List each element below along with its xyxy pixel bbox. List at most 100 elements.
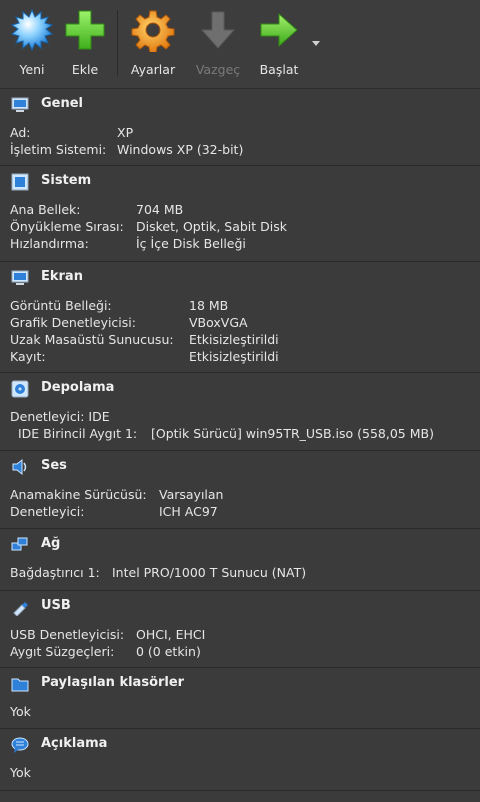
detail-value: 704 MB (136, 202, 184, 217)
system-header[interactable]: Sistem (0, 166, 480, 197)
general-title: Genel (41, 96, 84, 111)
detail-key: Aygıt Süzgeçleri: (10, 644, 115, 659)
detail-row: Hızlandırma: İç İçe Disk Belleği (0, 236, 480, 253)
detail-key: Ana Bellek: (10, 202, 81, 217)
detail-key: İşletim Sistemi: (10, 142, 107, 157)
detail-value: Windows XP (32-bit) (117, 142, 244, 157)
audio-title: Ses (41, 458, 67, 473)
detail-key: Kayıt: (10, 349, 46, 364)
shared-folders-section: Paylaşılan klasörler Yok (0, 668, 480, 729)
detail-key: Hızlandırma: (10, 236, 89, 251)
network-title: Ağ (41, 536, 61, 551)
system-section: Sistem Ana Bellek: 704 MB Önyükleme Sıra… (0, 166, 480, 262)
detail-key: Anamakine Sürücüsü: (10, 487, 147, 502)
chip-icon (11, 173, 29, 191)
new-starburst-icon (10, 8, 54, 52)
detail-value: İç İçe Disk Belleği (136, 236, 246, 251)
detail-key: Görüntü Belleği: (10, 298, 112, 313)
down-arrow-icon (200, 11, 236, 49)
detail-key: Grafik Denetleyicisi: (10, 315, 136, 330)
discard-label: Vazgeç (195, 62, 241, 77)
storage-header[interactable]: Depolama (0, 373, 480, 404)
detail-key: USB Denetleyicisi: (10, 627, 125, 642)
description-section: Açıklama Yok (0, 729, 480, 791)
start-button[interactable]: Başlat (249, 8, 309, 77)
toolbar: Yeni Ekle Ayarlar Vazgeç Başlat (0, 0, 480, 89)
detail-row: Aygıt Süzgeçleri: 0 (0 etkin) (0, 644, 480, 661)
audio-section: Ses Anamakine Sürücüsü: Varsayılan Denet… (0, 451, 480, 529)
detail-row: Yok (0, 704, 480, 721)
shared-folders-title: Paylaşılan klasörler (41, 675, 185, 690)
detail-row: Bağdaştırıcı 1: Intel PRO/1000 T Sunucu … (0, 565, 480, 582)
discard-button[interactable]: Vazgeç (188, 8, 248, 77)
storage-section: Depolama Denetleyici: IDE IDE Birincil A… (0, 373, 480, 451)
general-section: Genel Ad: XP İşletim Sistemi: Windows XP… (0, 89, 480, 166)
disk-icon (11, 380, 29, 398)
usb-header[interactable]: USB (0, 591, 480, 622)
detail-row: Görüntü Belleği: 18 MB (0, 298, 480, 315)
settings-button[interactable]: Ayarlar (123, 8, 183, 77)
detail-value: Yok (10, 704, 31, 719)
display-header[interactable]: Ekran (0, 262, 480, 293)
speaker-icon (12, 458, 27, 476)
add-button[interactable]: Ekle (55, 8, 115, 77)
add-plus-icon (65, 10, 105, 50)
detail-value: [Optik Sürücü] win95TR_USB.iso (558,05 M… (151, 426, 434, 441)
detail-row: Anamakine Sürücüsü: Varsayılan (0, 487, 480, 504)
detail-row: İşletim Sistemi: Windows XP (32-bit) (0, 142, 480, 159)
detail-key: Uzak Masaüstü Sunucusu: (10, 332, 174, 347)
detail-value: Etkisizleştirildi (189, 349, 279, 364)
detail-value: ICH AC97 (159, 504, 218, 519)
detail-value: Varsayılan (159, 487, 224, 502)
detail-row: Denetleyici: ICH AC97 (0, 504, 480, 521)
usb-section: USB USB Denetleyicisi: OHCI, EHCI Aygıt … (0, 591, 480, 668)
description-title: Açıklama (41, 736, 108, 751)
detail-row: Yok (0, 765, 480, 782)
start-dropdown-arrow-icon[interactable] (312, 41, 320, 46)
settings-label: Ayarlar (130, 62, 176, 77)
display-monitor-icon (11, 270, 29, 285)
speech-bubble-icon (11, 737, 29, 753)
detail-key: IDE Birincil Aygıt 1: (18, 426, 138, 441)
new-button[interactable]: Yeni (2, 8, 62, 77)
detail-row: Önyükleme Sırası: Disket, Optik, Sabit D… (0, 219, 480, 236)
detail-value: XP (117, 125, 134, 140)
system-title: Sistem (41, 173, 92, 188)
detail-value: 18 MB (189, 298, 229, 313)
detail-value: Etkisizleştirildi (189, 332, 279, 347)
detail-row: IDE Birincil Aygıt 1: [Optik Sürücü] win… (0, 426, 480, 443)
detail-value: Yok (10, 765, 31, 780)
display-section: Ekran Görüntü Belleği: 18 MB Grafik Dene… (0, 262, 480, 373)
detail-key: Ad: (10, 125, 31, 140)
detail-row: Kayıt: Etkisizleştirildi (0, 349, 480, 366)
folder-icon (11, 678, 29, 692)
network-section: Ağ Bağdaştırıcı 1: Intel PRO/1000 T Sunu… (0, 529, 480, 591)
detail-row: Uzak Masaüstü Sunucusu: Etkisizleştirild… (0, 332, 480, 349)
detail-value: Disket, Optik, Sabit Disk (136, 219, 288, 234)
usb-icon (13, 602, 28, 616)
detail-row: Ad: XP (0, 125, 480, 142)
description-header[interactable]: Açıklama (0, 729, 480, 760)
display-title: Ekran (41, 269, 83, 284)
usb-title: USB (41, 598, 71, 613)
detail-value: OHCI, EHCI (136, 627, 206, 642)
detail-value: VBoxVGA (189, 315, 248, 330)
general-header[interactable]: Genel (0, 89, 480, 120)
shared-folders-header[interactable]: Paylaşılan klasörler (0, 668, 480, 699)
storage-title: Depolama (41, 380, 115, 395)
network-header[interactable]: Ağ (0, 529, 480, 560)
gear-icon (131, 10, 175, 52)
detail-key: Önyükleme Sırası: (10, 219, 124, 234)
detail-row: USB Denetleyicisi: OHCI, EHCI (0, 627, 480, 644)
network-icon (11, 537, 28, 551)
new-label: Yeni (19, 62, 45, 77)
start-arrow-icon (260, 12, 298, 48)
detail-key: Bağdaştırıcı 1: (10, 565, 100, 580)
detail-key: Denetleyici: (10, 504, 85, 519)
detail-value: 0 (0 etkin) (136, 644, 201, 659)
detail-row: Denetleyici: IDE (0, 409, 480, 426)
detail-key: Denetleyici: IDE (10, 409, 110, 424)
audio-header[interactable]: Ses (0, 451, 480, 482)
monitor-icon (11, 97, 29, 112)
toolbar-separator (117, 10, 118, 76)
